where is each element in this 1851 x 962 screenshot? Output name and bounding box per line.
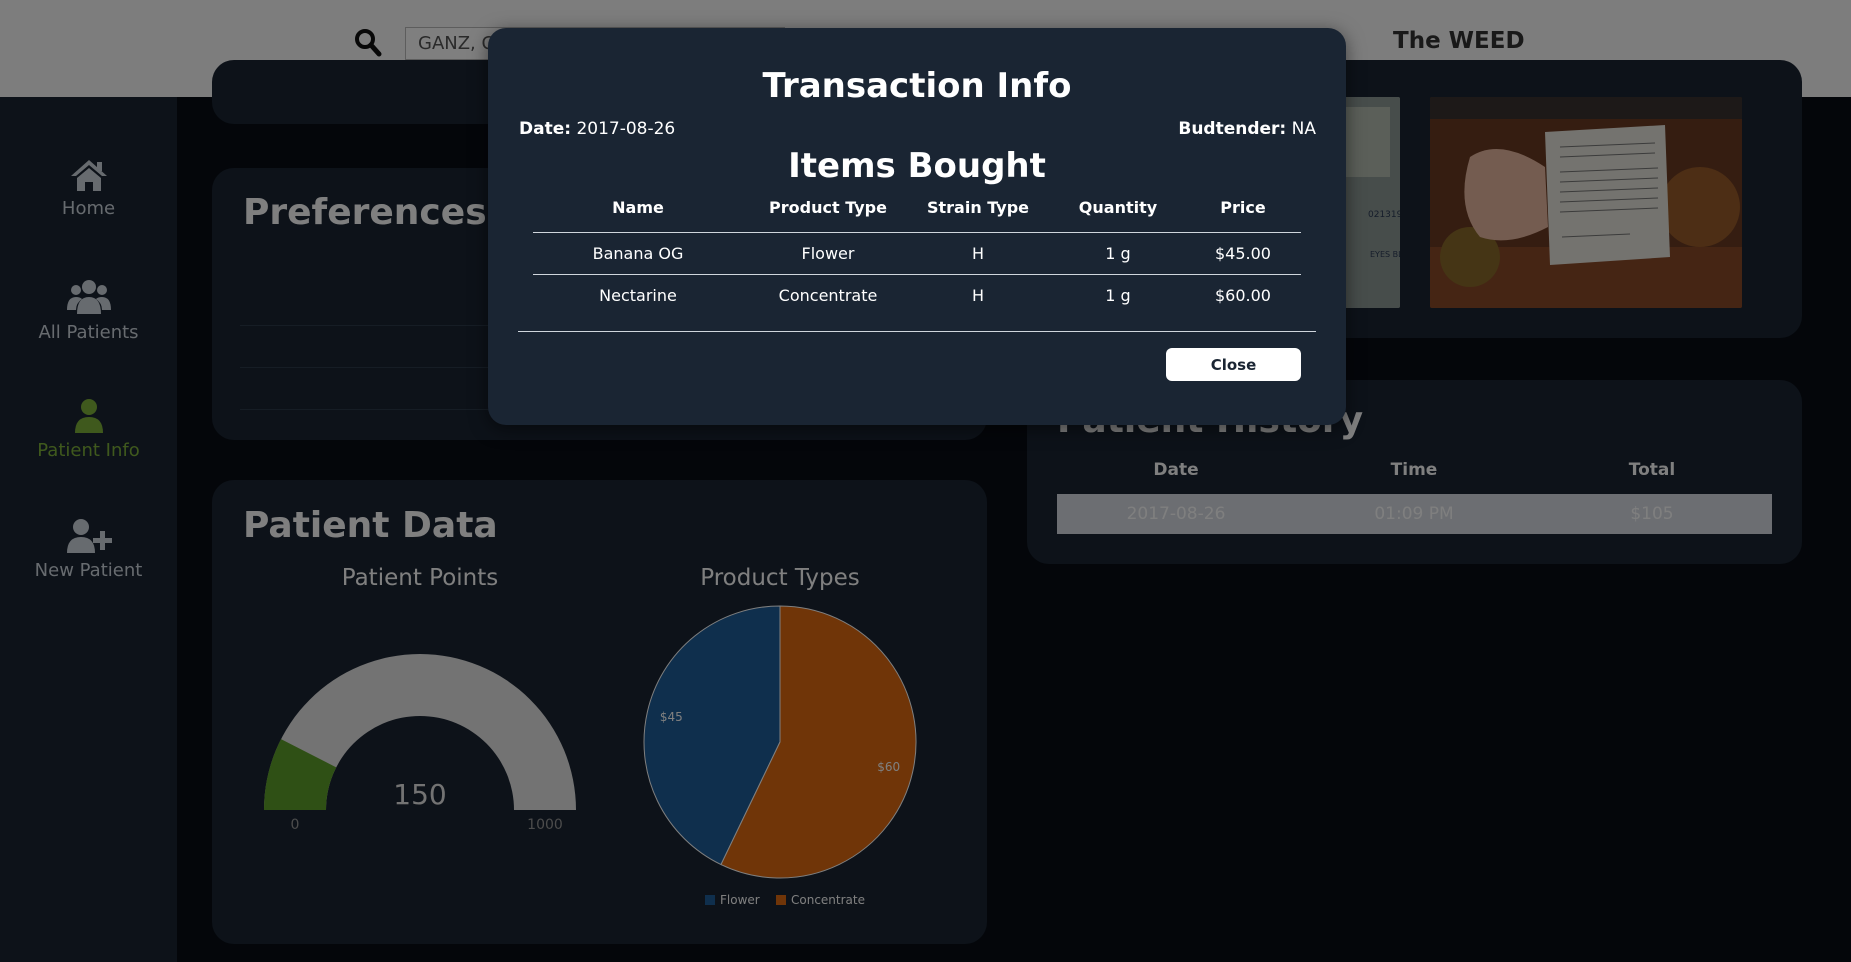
budtender-label: Budtender: — [1178, 119, 1287, 139]
item-name: Banana OG — [592, 244, 684, 263]
close-button[interactable]: Close — [1166, 348, 1301, 381]
table-header-divider — [533, 232, 1301, 233]
column-name: Name — [612, 198, 664, 217]
date-label: Date: — [519, 119, 572, 139]
item-strain-type: H — [971, 286, 985, 305]
column-quantity: Quantity — [1078, 198, 1158, 217]
item-product-type: Flower — [801, 244, 855, 263]
items-bought-title: Items Bought — [788, 146, 1046, 186]
date-value: 2017-08-26 — [576, 119, 676, 139]
column-price: Price — [1220, 198, 1266, 217]
transaction-date: Date: 2017-08-26 — [519, 119, 675, 139]
modal-title: Transaction Info — [762, 66, 1072, 106]
item-strain-type: H — [971, 244, 985, 263]
transaction-info-modal: Transaction Info Date: 2017-08-26 Budten… — [488, 28, 1346, 425]
modal-footer-divider — [518, 331, 1316, 332]
item-quantity: 1 g — [1105, 286, 1131, 305]
column-product-type: Product Type — [769, 198, 887, 217]
column-strain-type: Strain Type — [926, 198, 1030, 217]
item-name: Nectarine — [599, 286, 677, 305]
item-price: $45.00 — [1215, 244, 1271, 263]
transaction-budtender: Budtender: NA — [1178, 119, 1316, 139]
table-row-divider — [533, 274, 1301, 275]
item-price: $60.00 — [1215, 286, 1271, 305]
budtender-value: NA — [1291, 119, 1316, 139]
item-product-type: Concentrate — [778, 286, 878, 305]
item-quantity: 1 g — [1105, 244, 1131, 263]
